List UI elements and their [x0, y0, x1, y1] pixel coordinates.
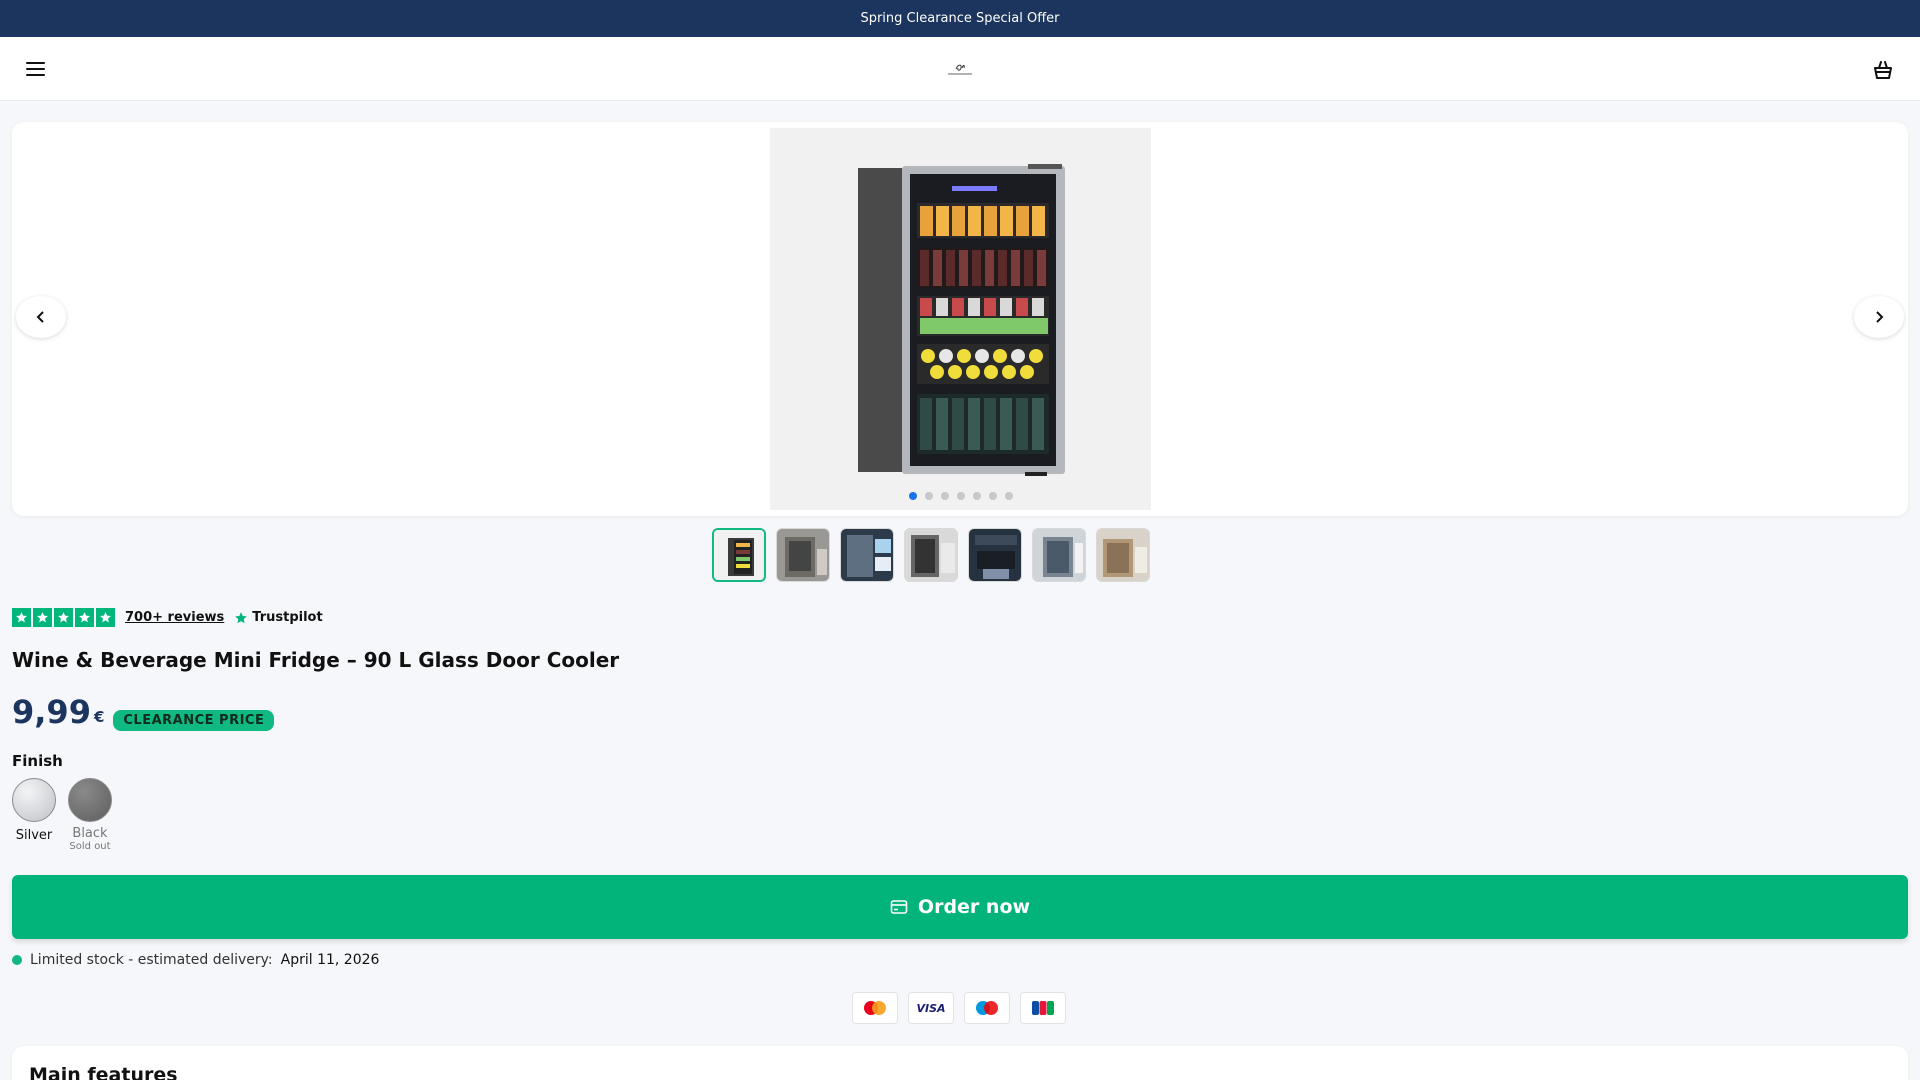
star-icon	[75, 608, 94, 627]
thumbnail-strip	[712, 528, 1150, 582]
brand-logo[interactable]	[940, 54, 980, 84]
visa-label: VISA	[916, 1001, 946, 1015]
product-main-image[interactable]	[770, 128, 1151, 510]
trustpilot-stars	[12, 608, 115, 627]
finish-label: Finish	[12, 752, 63, 770]
carousel-dots	[770, 492, 1151, 500]
chevron-right-icon	[1876, 311, 1884, 323]
mastercard-icon	[852, 992, 898, 1024]
features-heading: Main features	[29, 1064, 178, 1080]
carousel-dot[interactable]	[908, 492, 917, 500]
product-gallery	[12, 122, 1908, 516]
product-price: 9,99	[12, 693, 91, 731]
thumbnail[interactable]	[1032, 528, 1086, 582]
rating-row: 700+ reviews Trustpilot	[12, 608, 323, 627]
stock-indicator-icon	[12, 955, 22, 965]
price-row: 9,99 € CLEARANCE PRICE	[12, 693, 275, 731]
order-now-label: Order now	[917, 896, 1031, 918]
delivery-date: April 11, 2026	[280, 952, 380, 968]
carousel-dot[interactable]	[924, 492, 933, 500]
swatch-color	[68, 778, 112, 822]
payment-methods: VISA	[852, 992, 1066, 1024]
trustpilot-label: Trustpilot	[252, 610, 323, 625]
swatch-black[interactable]: Black Sold out	[58, 778, 122, 852]
main-features-section: Main features	[12, 1046, 1908, 1080]
order-now-button[interactable]: Order now	[12, 875, 1908, 939]
star-icon	[33, 608, 52, 627]
shopping-basket-icon[interactable]	[1872, 59, 1894, 81]
gallery-next-button[interactable]	[1854, 296, 1904, 338]
maestro-icon	[964, 992, 1010, 1024]
thumbnail[interactable]	[776, 528, 830, 582]
stock-text: Limited stock - estimated delivery:	[30, 952, 273, 968]
swatch-color	[12, 778, 56, 822]
announcement-bar: Spring Clearance Special Offer	[0, 0, 1920, 37]
product-title: Wine & Beverage Mini Fridge – 90 L Glass…	[12, 648, 620, 672]
trustpilot-star-icon	[235, 611, 248, 623]
carousel-dot[interactable]	[972, 492, 981, 500]
carousel-dot[interactable]	[988, 492, 997, 500]
thumbnail[interactable]	[968, 528, 1022, 582]
announcement-text: Spring Clearance Special Offer	[860, 11, 1060, 26]
swatch-name: Silver	[15, 828, 53, 843]
star-icon	[96, 608, 115, 627]
carousel-dot[interactable]	[956, 492, 965, 500]
carousel-dot[interactable]	[1004, 492, 1013, 500]
reviews-link[interactable]: 700+ reviews	[125, 610, 224, 625]
chevron-left-icon	[36, 311, 44, 323]
swatch-silver[interactable]: Silver	[2, 778, 66, 843]
currency-symbol: €	[93, 708, 105, 726]
sold-out-label: Sold out	[69, 841, 111, 852]
clearance-badge: CLEARANCE PRICE	[113, 710, 275, 731]
credit-card-icon	[890, 900, 908, 914]
visa-icon: VISA	[908, 992, 954, 1024]
thumbnail[interactable]	[712, 528, 766, 582]
thumbnail[interactable]	[840, 528, 894, 582]
star-icon	[12, 608, 31, 627]
hamburger-menu-icon[interactable]	[26, 62, 45, 76]
swatch-name: Black	[72, 826, 108, 841]
site-header	[0, 37, 1920, 101]
stock-status: Limited stock - estimated delivery: Apri…	[12, 952, 379, 968]
jcb-icon	[1020, 992, 1066, 1024]
carousel-dot[interactable]	[940, 492, 949, 500]
thumbnail[interactable]	[1096, 528, 1150, 582]
gallery-prev-button[interactable]	[16, 296, 66, 338]
thumbnail[interactable]	[904, 528, 958, 582]
star-icon	[54, 608, 73, 627]
trustpilot-brand: Trustpilot	[234, 610, 323, 625]
